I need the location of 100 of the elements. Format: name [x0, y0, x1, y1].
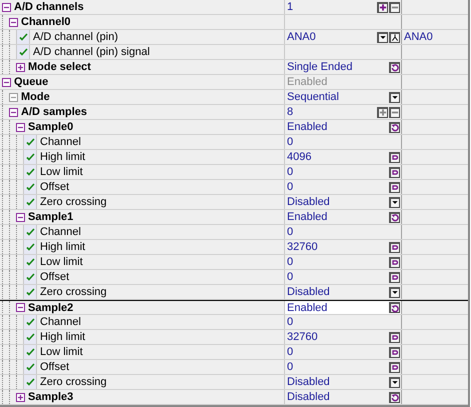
add-button[interactable]	[377, 106, 388, 118]
property-row[interactable]: Channel 0	[0, 315, 468, 330]
property-name: High limit	[39, 331, 86, 343]
property-name: Channel	[39, 226, 81, 238]
property-name: Zero crossing	[39, 286, 107, 298]
reset-button[interactable]	[389, 62, 400, 72]
property-row[interactable]: A/D samples 8	[0, 105, 468, 120]
property-value: Single Ended	[287, 61, 352, 73]
check-icon	[23, 165, 37, 179]
collapse-icon[interactable]	[16, 212, 25, 222]
edit-button[interactable]	[389, 152, 400, 162]
dropdown-button[interactable]	[389, 196, 400, 208]
edit-button[interactable]	[389, 166, 400, 178]
property-row[interactable]: A/D channel (pin) signal	[0, 45, 468, 60]
property-value: 4096	[287, 151, 312, 163]
edit-button[interactable]	[389, 362, 400, 372]
property-name: Sample3	[27, 391, 74, 403]
check-icon	[23, 315, 37, 329]
add-button[interactable]	[377, 2, 388, 12]
dropdown-button[interactable]	[389, 376, 400, 388]
check-icon	[23, 180, 37, 194]
property-row[interactable]: Low limit 0	[0, 345, 468, 360]
remove-button[interactable]	[389, 2, 400, 12]
reset-icon	[391, 63, 399, 72]
property-value: Enabled	[287, 211, 328, 223]
property-value: Disabled	[287, 376, 330, 388]
property-value: 0	[287, 346, 294, 358]
edit-button[interactable]	[389, 182, 400, 192]
connect-button[interactable]	[389, 32, 400, 42]
reset-button[interactable]	[389, 302, 400, 313]
property-row[interactable]: Offset 0	[0, 270, 468, 285]
plus-icon	[379, 3, 387, 12]
property-row[interactable]: Channel 0	[0, 225, 468, 240]
property-row[interactable]: Offset 0	[0, 360, 468, 375]
property-value: Enabled	[287, 302, 328, 314]
property-value: ANA0	[287, 31, 316, 43]
edit-icon	[391, 273, 399, 282]
check-icon	[23, 375, 37, 389]
reset-icon	[391, 304, 399, 312]
collapse-icon[interactable]	[16, 122, 25, 132]
property-row[interactable]: Offset 0	[0, 180, 468, 195]
property-row[interactable]: A/D channels 1	[0, 0, 468, 15]
collapse-icon[interactable]	[2, 78, 11, 86]
property-value: 0	[287, 271, 294, 283]
collapse-icon[interactable]	[16, 303, 25, 312]
property-row[interactable]: Mode select Single Ended	[0, 60, 468, 75]
property-row[interactable]: High limit 32760	[0, 240, 468, 255]
collapse-icon[interactable]	[9, 108, 18, 116]
property-name: Sample0	[27, 121, 74, 133]
edit-button[interactable]	[389, 346, 400, 358]
property-value: 32760	[287, 331, 318, 343]
edit-button[interactable]	[389, 272, 400, 282]
property-row[interactable]: Sample1 Enabled	[0, 210, 468, 225]
property-name: Low limit	[39, 166, 83, 178]
property-row[interactable]: A/D channel (pin) ANA0 ANA0	[0, 30, 468, 45]
edit-button[interactable]	[389, 242, 400, 252]
reset-button[interactable]	[389, 392, 400, 402]
dropdown-button[interactable]	[377, 32, 388, 42]
expand-icon[interactable]	[16, 392, 25, 402]
collapse-icon[interactable]	[9, 18, 18, 26]
property-row[interactable]: Low limit 0	[0, 255, 468, 270]
property-name: Queue	[13, 76, 48, 88]
plus-icon	[379, 108, 387, 117]
property-value: Disabled	[287, 391, 330, 403]
property-value: 8	[287, 106, 294, 118]
property-value: 0	[287, 316, 294, 328]
property-row[interactable]: Sample0 Enabled	[0, 120, 468, 135]
property-row[interactable]: Zero crossing Disabled	[0, 285, 468, 300]
edit-button[interactable]	[389, 332, 400, 342]
property-row[interactable]: High limit 32760	[0, 330, 468, 345]
property-row[interactable]: Sample2 Enabled	[0, 300, 468, 315]
property-row[interactable]: High limit 4096	[0, 150, 468, 165]
reset-icon	[391, 393, 399, 402]
property-name: Offset	[39, 181, 70, 193]
property-row[interactable]: Low limit 0	[0, 165, 468, 180]
property-name: Sample1	[27, 211, 74, 223]
reset-button[interactable]	[389, 122, 400, 132]
check-icon	[23, 135, 37, 149]
property-row[interactable]: Queue Enabled	[0, 75, 468, 90]
expand-icon[interactable]	[16, 62, 25, 72]
check-icon	[16, 30, 30, 44]
property-row[interactable]: Channel0	[0, 15, 468, 30]
property-row[interactable]: Zero crossing Disabled	[0, 375, 468, 390]
property-value: Enabled	[287, 76, 328, 88]
reset-button[interactable]	[389, 212, 400, 222]
property-name: Channel	[39, 316, 81, 328]
property-row[interactable]: Zero crossing Disabled	[0, 195, 468, 210]
property-row[interactable]: Sample3 Disabled	[0, 390, 468, 405]
property-name: High limit	[39, 151, 86, 163]
dropdown-button[interactable]	[389, 286, 400, 298]
remove-button[interactable]	[389, 106, 400, 118]
edit-icon	[391, 258, 399, 267]
collapse-icon[interactable]	[2, 2, 11, 12]
check-icon	[23, 270, 37, 284]
edit-button[interactable]	[389, 256, 400, 268]
property-value: Disabled	[287, 196, 330, 208]
property-row[interactable]: Channel 0	[0, 135, 468, 150]
property-name: Low limit	[39, 346, 83, 358]
edit-icon	[391, 243, 399, 252]
property-name: Channel0	[20, 16, 71, 28]
